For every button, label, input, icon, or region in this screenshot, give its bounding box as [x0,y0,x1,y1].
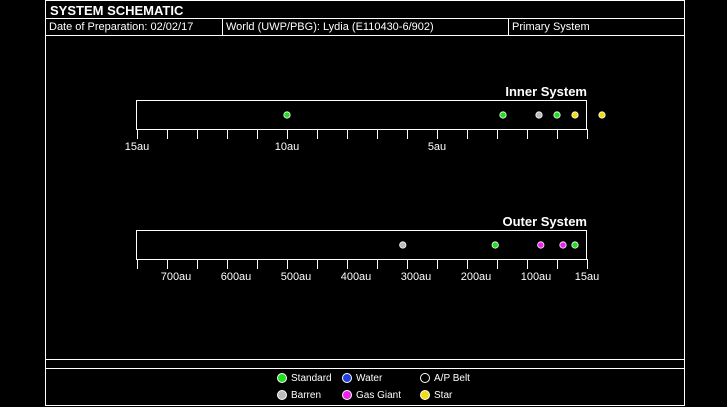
outer-tick-label: 300au [401,271,432,283]
outer-body-barren [399,241,407,249]
inner-tick-label: 10au [275,141,299,153]
inner-system-title: Inner System [505,84,587,99]
outer-tick-label: 600au [221,271,252,283]
inner-system-track [136,100,587,130]
inner-tick-label: 5au [428,141,446,153]
inner-tick-label: 15au [125,141,149,153]
outer-body-gas-giant [537,241,545,249]
outer-system-panel: Outer System 700au 600au 500au 400au 300au 20… [136,214,599,283]
inner-body-star [598,111,606,119]
legend-label: Standard [291,373,332,384]
outer-tick-label: 700au [161,271,192,283]
inner-body-barren [535,111,543,119]
legend-swatch-belt [420,373,430,383]
outer-tick-label: 400au [341,271,372,283]
inner-body-star [571,111,579,119]
inner-body-standard [553,111,561,119]
outer-body-gas-giant [559,241,567,249]
outer-system-track [136,230,587,260]
legend-label: Gas Giant [356,390,402,401]
legend-swatch-water [342,373,352,383]
outer-body-standard [491,241,499,249]
legend-swatch-gas-giant [342,390,352,400]
legend-swatch-star [420,390,430,400]
outer-tick-label: 500au [281,271,312,283]
legend-swatch-standard [277,373,287,383]
legend-label: Water [356,373,383,384]
outer-tick-label: 100au [521,271,552,283]
outer-system-title: Outer System [502,214,587,229]
system-schematic-diagram: Inner System 15au 10au 5au Outer System 70… [125,84,606,283]
legend-swatch-barren [277,390,287,400]
outer-body-standard [571,241,579,249]
inner-body-standard [283,111,291,119]
inner-body-standard [499,111,507,119]
legend-label: A/P Belt [434,373,470,384]
legend-label: Star [434,390,453,401]
outer-tick-label: 15au [575,271,599,283]
inner-system-panel: Inner System 15au 10au 5au [125,84,606,153]
legend-label: Barren [291,390,322,401]
outer-tick-label: 200au [461,271,492,283]
